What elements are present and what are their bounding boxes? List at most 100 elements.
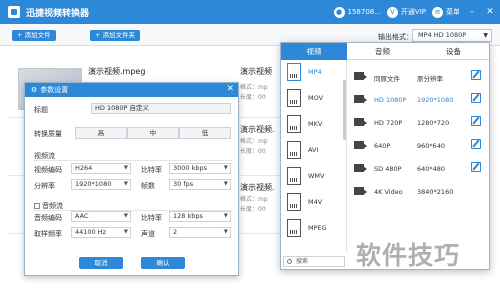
video-codec-value: H264: [75, 164, 93, 172]
close-icon[interactable]: ✕: [226, 84, 234, 94]
resolution-value: 1920*1080: [75, 180, 112, 188]
fps-select[interactable]: 30 fps ▼: [169, 179, 231, 190]
file-meta-format: 格式：mp: [240, 84, 268, 91]
audio-checkbox[interactable]: [34, 203, 40, 209]
resolution-name: 640P: [374, 142, 391, 150]
resolution-label: 分辨率: [34, 182, 55, 190]
video-codec-label: 视频编码: [34, 166, 62, 174]
menu-icon: ≡: [432, 6, 443, 18]
dialog-title: 参数设置: [40, 86, 69, 94]
quality-label: 转换质量: [34, 130, 62, 138]
tab-video[interactable]: 视频: [281, 43, 347, 60]
format-name: MP4: [308, 68, 322, 76]
video-file-icon: [287, 63, 301, 81]
resolution-select[interactable]: 1920*1080 ▼: [71, 179, 131, 190]
resolution-dimensions: 960*640: [417, 142, 446, 150]
confirm-button[interactable]: 确认: [141, 257, 185, 269]
audio-bitrate-label: 比特率: [141, 214, 162, 222]
resolution-item[interactable]: 同原文件 原分辨率: [351, 65, 487, 88]
output-format-select[interactable]: MP4 HD 1080P ▼: [412, 29, 492, 42]
format-list-scrollbar[interactable]: [343, 80, 346, 140]
format-list: MP4 MOV MKV AVI WMV M4V MPEG: [281, 60, 347, 252]
add-folder-button[interactable]: + 添加文件夹: [90, 30, 141, 41]
format-item-m4v[interactable]: M4V: [281, 191, 347, 214]
format-item-mov[interactable]: MOV: [281, 87, 347, 110]
cancel-button[interactable]: 取消: [79, 257, 123, 269]
vip-label: 开通VIP: [400, 8, 426, 16]
resolution-dimensions: 1280*720: [417, 119, 450, 127]
resolution-item[interactable]: HD 720P 1280*720: [351, 111, 487, 134]
tab-device[interactable]: 设备: [418, 43, 489, 60]
file-meta-length: 长度：00: [240, 148, 266, 155]
sample-rate-select[interactable]: 44100 Hz ▼: [71, 227, 131, 238]
quality-high-option[interactable]: 高: [75, 127, 127, 139]
chevron-down-icon: ▼: [123, 213, 128, 219]
minimize-icon[interactable]: –: [466, 7, 478, 17]
chevron-down-icon: ▼: [123, 165, 128, 171]
channel-select[interactable]: 2 ▼: [169, 227, 231, 238]
file-name-right: 演示视频.: [240, 183, 275, 192]
resolution-item[interactable]: 4K Video 3840*2160: [351, 180, 487, 203]
video-bitrate-select[interactable]: 3000 kbps ▼: [169, 163, 231, 174]
file-meta-format: 格式：mp: [240, 196, 268, 203]
resolution-name: 同原文件: [374, 75, 400, 83]
close-window-icon[interactable]: ✕: [484, 7, 496, 17]
audio-bitrate-value: 128 kbps: [173, 212, 203, 220]
format-item-mkv[interactable]: MKV: [281, 113, 347, 136]
format-item-avi[interactable]: AVI: [281, 139, 347, 162]
app-logo-icon: [8, 6, 20, 18]
video-codec-select[interactable]: H264 ▼: [71, 163, 131, 174]
video-camera-icon: [354, 164, 367, 172]
audio-codec-select[interactable]: AAC ▼: [71, 211, 131, 222]
resolution-dimensions: 640*480: [417, 165, 446, 173]
output-format-label: 输出格式：: [378, 33, 413, 41]
video-file-icon: [287, 115, 301, 133]
edit-icon[interactable]: [471, 139, 481, 149]
add-file-button[interactable]: + 添加文件: [12, 30, 56, 41]
audio-codec-value: AAC: [75, 212, 89, 220]
title-input[interactable]: HD 1080P 自定义: [91, 103, 231, 114]
audio-section-label: 音频流: [42, 202, 63, 210]
format-name: MKV: [308, 120, 323, 128]
format-item-mpeg[interactable]: MPEG: [281, 217, 347, 240]
video-camera-icon: [354, 95, 367, 103]
chevron-down-icon: ▼: [223, 181, 228, 187]
format-tabs: 视频 音频 设备: [281, 43, 489, 60]
edit-icon[interactable]: [471, 162, 481, 172]
user-account[interactable]: ● 158708...: [333, 6, 381, 18]
fps-value: 30 fps: [173, 180, 194, 188]
file-name-right: 演示视频: [240, 67, 272, 76]
resolution-item[interactable]: SD 480P 640*480: [351, 157, 487, 180]
chevron-down-icon: ▼: [123, 181, 128, 187]
audio-bitrate-select[interactable]: 128 kbps ▼: [169, 211, 231, 222]
quality-low-option[interactable]: 低: [179, 127, 231, 139]
resolution-dimensions: 1920*1080: [417, 96, 454, 104]
file-meta-length: 长度：00: [240, 94, 266, 101]
chevron-down-icon: ▼: [123, 229, 128, 235]
chevron-down-icon: ▼: [223, 165, 228, 171]
format-search-input[interactable]: 搜索: [283, 256, 345, 267]
resolution-item[interactable]: 640P 960*640: [351, 134, 487, 157]
edit-icon[interactable]: [471, 70, 481, 80]
tab-audio[interactable]: 音频: [347, 43, 418, 60]
format-item-mp4[interactable]: MP4: [281, 61, 347, 84]
title-bar-right: ● 158708... V 开通VIP ≡ 菜单 – ✕: [333, 0, 496, 24]
format-name: WMV: [308, 172, 325, 180]
format-name: AVI: [308, 146, 319, 154]
format-item-wmv[interactable]: WMV: [281, 165, 347, 188]
vip-button[interactable]: V 开通VIP: [386, 6, 426, 18]
edit-icon[interactable]: [471, 116, 481, 126]
video-file-icon: [287, 89, 301, 107]
output-format-value: MP4 HD 1080P: [418, 31, 467, 39]
edit-icon[interactable]: [471, 93, 481, 103]
quality-mid-option[interactable]: 中: [127, 127, 179, 139]
resolution-name: 4K Video: [374, 188, 403, 196]
resolution-item[interactable]: HD 1080P 1920*1080: [351, 88, 487, 111]
file-meta-format: 格式：mp: [240, 138, 268, 145]
format-name: MOV: [308, 94, 324, 102]
resolution-dimensions: 原分辨率: [417, 75, 443, 83]
menu-button[interactable]: ≡ 菜单: [432, 6, 460, 18]
video-file-icon: [287, 193, 301, 211]
chevron-down-icon: ▼: [483, 32, 488, 39]
vip-icon: V: [386, 6, 398, 18]
